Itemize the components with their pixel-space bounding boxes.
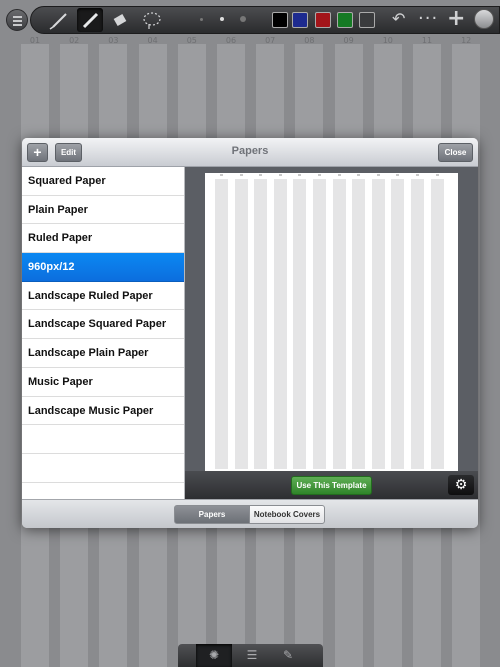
paper-list-item[interactable]: Landscape Music Paper: [22, 397, 184, 426]
paper-list-item[interactable]: Landscape Squared Paper: [22, 310, 184, 340]
empty-list-row: [22, 425, 184, 454]
preview-column: [215, 179, 228, 469]
pen-icon: [49, 13, 67, 30]
dialog-header: + Edit Papers Close: [22, 138, 478, 167]
papers-dialog: + Edit Papers Close Squared Paper Plain P…: [22, 138, 478, 528]
highlighter-icon: [82, 12, 99, 29]
more-icon[interactable]: ···: [418, 8, 438, 29]
dialog-footer: Papers Notebook Covers: [22, 499, 478, 528]
paper-list-item[interactable]: Squared Paper: [22, 167, 184, 196]
add-icon[interactable]: +: [447, 6, 465, 31]
color-swatch-green[interactable]: [337, 12, 353, 28]
pen-tool[interactable]: [46, 8, 72, 32]
menu-icon-line: [13, 20, 22, 22]
color-swatch-gray[interactable]: [359, 12, 375, 28]
preview-column-marker: [313, 174, 326, 177]
preview-column-marker: [411, 174, 424, 177]
preview-toolbar: Use This Template ⚙: [185, 471, 478, 499]
tab-notebook-covers[interactable]: Notebook Covers: [249, 505, 325, 524]
color-swatch-black[interactable]: [272, 12, 288, 28]
lasso-tool[interactable]: [139, 8, 165, 32]
paper-list-item[interactable]: Plain Paper: [22, 196, 184, 225]
size-dot-small[interactable]: [200, 18, 203, 21]
preview-column: [371, 179, 385, 469]
empty-list-row: [22, 454, 184, 483]
paper-list-item[interactable]: Landscape Ruled Paper: [22, 282, 184, 311]
menu-icon-line: [13, 24, 22, 26]
preview-column: [430, 179, 444, 469]
dialog-title: Papers: [231, 145, 269, 157]
menu-button[interactable]: [6, 9, 28, 31]
close-button[interactable]: Close: [438, 143, 473, 162]
color-swatch-blue[interactable]: [292, 12, 308, 28]
paper-preview-page: [205, 173, 458, 471]
highlighter-tool[interactable]: [77, 8, 103, 32]
eraser-tool[interactable]: [107, 8, 133, 32]
eraser-icon: [113, 14, 127, 26]
preview-column-marker: [293, 174, 306, 177]
preview-column: [391, 179, 405, 469]
tab-papers[interactable]: Papers: [174, 505, 250, 524]
paper-list-item[interactable]: 960px/12: [22, 253, 184, 282]
paper-preview: Use This Template ⚙: [185, 167, 478, 499]
bottom-toolbar: ✺ ☰ ✎: [178, 644, 323, 667]
preview-column-marker: [333, 174, 346, 177]
list-view-icon[interactable]: ☰: [234, 644, 270, 667]
gear-icon[interactable]: ⚙: [448, 475, 474, 495]
preview-column: [234, 179, 248, 469]
preview-column: [293, 179, 307, 469]
use-template-button[interactable]: Use This Template: [291, 476, 372, 495]
color-swatch-red[interactable]: [315, 12, 331, 28]
preview-column: [273, 179, 287, 469]
size-dot-large[interactable]: [240, 16, 246, 22]
menu-icon: [13, 16, 22, 18]
preview-column-marker: [254, 174, 267, 177]
preview-column-marker: [215, 174, 228, 177]
preview-column-marker: [391, 174, 404, 177]
preview-column-marker: [352, 174, 365, 177]
preview-column-marker: [274, 174, 287, 177]
fan-view-icon[interactable]: ✺: [196, 644, 232, 667]
preview-column: [313, 179, 326, 469]
undo-icon[interactable]: ↶: [392, 9, 405, 28]
paper-list-item[interactable]: Music Paper: [22, 368, 184, 397]
preview-column-marker: [235, 174, 248, 177]
preview-column-marker: [431, 174, 444, 177]
preview-column-marker: [372, 174, 385, 177]
preview-column: [411, 179, 424, 469]
size-dot-medium[interactable]: [220, 17, 224, 21]
paper-list-item[interactable]: Ruled Paper: [22, 224, 184, 254]
compose-icon[interactable]: ✎: [270, 644, 306, 667]
paper-list-item[interactable]: Landscape Plain Paper: [22, 339, 184, 368]
preview-column: [332, 179, 346, 469]
paper-list: Squared Paper Plain Paper Ruled Paper 960px…: [22, 167, 185, 499]
preview-column: [254, 179, 268, 469]
top-toolbar: ↶ ··· +: [0, 0, 500, 38]
settings-icon[interactable]: [474, 9, 494, 29]
lasso-icon: [143, 12, 161, 29]
preview-column: [352, 179, 366, 469]
